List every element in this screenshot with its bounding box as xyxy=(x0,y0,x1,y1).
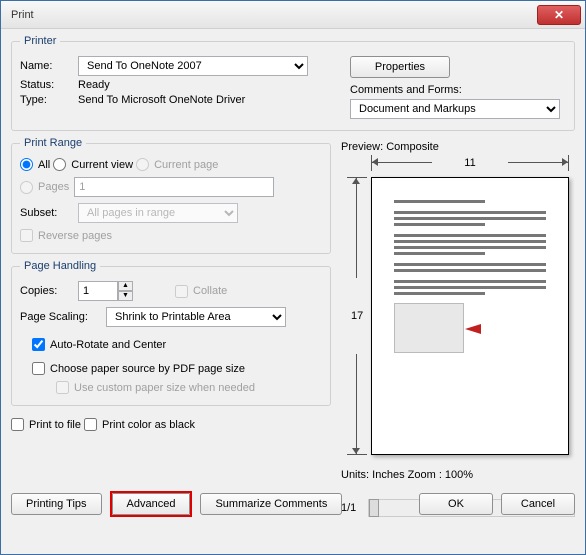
window-title: Print xyxy=(11,9,537,21)
range-legend: Print Range xyxy=(20,137,86,149)
bottom-bar: Printing Tips Advanced Summarize Comment… xyxy=(11,491,575,517)
titlebar: Print ✕ xyxy=(1,1,585,29)
printer-group: Printer Name: Send To OneNote 2007 Statu… xyxy=(11,35,575,131)
handling-legend: Page Handling xyxy=(20,260,100,272)
page-handling-group: Page Handling Copies: ▲ ▼ Collate xyxy=(11,260,331,406)
ok-button[interactable]: OK xyxy=(419,493,493,515)
range-pages-radio xyxy=(20,181,33,194)
scaling-label: Page Scaling: xyxy=(20,311,100,323)
printer-status-value: Ready xyxy=(78,79,110,91)
preview-box: 11 17 xyxy=(341,155,575,465)
autorotate-label: Auto-Rotate and Center xyxy=(50,339,166,351)
preview-units: Units: Inches Zoom : 100% xyxy=(341,469,575,481)
choosepaper-label: Choose paper source by PDF page size xyxy=(50,363,245,375)
close-button[interactable]: ✕ xyxy=(537,5,581,25)
custompaper-label: Use custom paper size when needed xyxy=(74,382,255,394)
printing-tips-button[interactable]: Printing Tips xyxy=(11,493,102,515)
reverse-label: Reverse pages xyxy=(38,230,112,242)
advanced-highlight: Advanced xyxy=(110,491,193,517)
preview-title: Preview: Composite xyxy=(341,141,575,153)
arrow-icon xyxy=(465,324,481,334)
ruler-horizontal: 11 xyxy=(371,155,569,171)
printer-name-select[interactable]: Send To OneNote 2007 xyxy=(78,56,308,76)
copies-down[interactable]: ▼ xyxy=(118,291,133,301)
cancel-button[interactable]: Cancel xyxy=(501,493,575,515)
copies-up[interactable]: ▲ xyxy=(118,281,133,291)
comments-select[interactable]: Document and Markups xyxy=(350,99,560,119)
printtofile-label: Print to file xyxy=(29,419,81,431)
preview-thumbnail xyxy=(394,303,464,353)
range-currentview-radio[interactable] xyxy=(53,158,66,171)
reverse-checkbox xyxy=(20,229,33,242)
printer-type-value: Send To Microsoft OneNote Driver xyxy=(78,94,245,106)
copies-spinner[interactable]: ▲ ▼ xyxy=(78,281,133,301)
autorotate-checkbox[interactable] xyxy=(32,338,45,351)
print-dialog: Print ✕ Printer Name: Send To OneNote 20… xyxy=(0,0,586,555)
properties-button[interactable]: Properties xyxy=(350,56,450,78)
custompaper-checkbox xyxy=(56,381,69,394)
printer-name-label: Name: xyxy=(20,60,72,72)
subset-label: Subset: xyxy=(20,207,72,219)
range-pages-input xyxy=(74,177,274,197)
ruler-vertical: 17 xyxy=(347,177,367,455)
range-all-radio[interactable] xyxy=(20,158,33,171)
preview-width: 11 xyxy=(464,157,475,169)
collate-checkbox xyxy=(175,285,188,298)
comments-label: Comments and Forms: xyxy=(350,84,462,96)
printer-type-label: Type: xyxy=(20,94,72,106)
range-currentview-label: Current view xyxy=(71,159,133,171)
summarize-button[interactable]: Summarize Comments xyxy=(200,493,342,515)
range-pages-label: Pages xyxy=(38,181,69,193)
preview-page xyxy=(371,177,569,455)
printblack-checkbox[interactable] xyxy=(84,418,97,431)
copies-label: Copies: xyxy=(20,285,72,297)
print-range-group: Print Range All Current view Current pag… xyxy=(11,137,331,254)
range-currentpage-radio xyxy=(136,158,149,171)
preview-panel: Preview: Composite 11 17 xyxy=(341,141,575,517)
advanced-button[interactable]: Advanced xyxy=(112,493,191,515)
range-currentpage-label: Current page xyxy=(154,159,218,171)
printer-status-label: Status: xyxy=(20,79,72,91)
choosepaper-checkbox[interactable] xyxy=(32,362,45,375)
copies-input[interactable] xyxy=(78,281,118,301)
printblack-label: Print color as black xyxy=(102,419,195,431)
printer-legend: Printer xyxy=(20,35,60,47)
subset-select: All pages in range xyxy=(78,203,238,223)
scaling-select[interactable]: Shrink to Printable Area xyxy=(106,307,286,327)
printtofile-checkbox[interactable] xyxy=(11,418,24,431)
preview-height: 17 xyxy=(351,310,363,322)
collate-label: Collate xyxy=(193,285,227,297)
range-all-label: All xyxy=(38,159,50,171)
